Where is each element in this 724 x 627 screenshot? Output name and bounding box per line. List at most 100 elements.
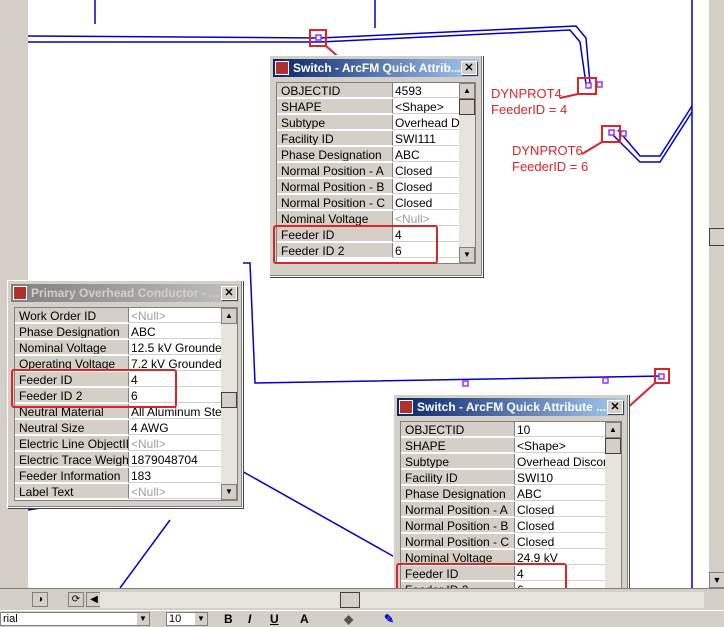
attribute-value[interactable]: All Aluminum Steel (129, 404, 221, 419)
attribute-row[interactable]: Electric Trace Weight 1879048704 (15, 452, 221, 468)
attribute-row[interactable]: Phase Designation ABC (401, 486, 605, 502)
font-color-button[interactable]: A (300, 612, 309, 626)
attribute-grid-scrollbar[interactable]: ▲ ▼ (605, 422, 621, 606)
attribute-row[interactable]: Phase Designation ABC (15, 324, 221, 340)
switch-quick-attribute-window-bottom[interactable]: Switch - ArcFM Quick Attribute ... ✕ OBJ… (393, 394, 629, 608)
attribute-value[interactable]: 1879048704 (129, 452, 221, 467)
scroll-up-arrow[interactable]: ▲ (221, 308, 237, 324)
attribute-value[interactable]: Closed (515, 534, 605, 549)
attribute-value[interactable]: <Null> (129, 436, 221, 451)
switch-symbol[interactable] (315, 34, 322, 41)
attribute-row[interactable]: Feeder ID 4 (15, 372, 221, 388)
attribute-row[interactable]: Normal Position - A Closed (401, 502, 605, 518)
attribute-value[interactable]: <Shape> (515, 438, 605, 453)
attribute-row[interactable]: SubtypeOverhead Disconn (401, 454, 605, 470)
attribute-value[interactable]: <Null> (129, 308, 221, 323)
scroll-thumb[interactable] (605, 438, 621, 454)
attribute-value[interactable]: Closed (393, 163, 459, 178)
attribute-row[interactable]: Feeder Information 183 (15, 468, 221, 484)
attribute-row[interactable]: Feeder ID 4 (277, 227, 459, 243)
attribute-value[interactable]: 6 (393, 243, 459, 258)
attribute-value[interactable]: 6 (129, 388, 221, 403)
attribute-row[interactable]: Feeder ID 26 (15, 388, 221, 404)
attribute-value[interactable]: ABC (515, 486, 605, 501)
chevron-down-icon[interactable]: ▼ (195, 613, 207, 625)
primary-overhead-conductor-window[interactable]: Primary Overhead Conductor - ... ✕ Work … (7, 280, 243, 508)
scroll-down-arrow[interactable]: ▼ (221, 484, 237, 500)
map-horizontal-scroll-thumb[interactable] (340, 592, 360, 608)
switch-quick-attribute-window-top[interactable]: Switch - ArcFM Quick Attrib... ✕ OBJECTI… (269, 55, 483, 277)
zoom-full-icon[interactable]: ◑ (32, 592, 48, 607)
close-button[interactable]: ✕ (607, 400, 623, 414)
switch-symbol[interactable] (462, 380, 469, 387)
attribute-value[interactable]: Overhead Dis (393, 115, 459, 130)
font-size-dropdown[interactable]: 10 ▼ (166, 612, 208, 626)
attribute-row[interactable]: SHAPE <Shape> (277, 99, 459, 115)
attribute-row[interactable]: Nominal Voltage <Null> (277, 211, 459, 227)
attribute-row[interactable]: Normal Position - B Closed (277, 179, 459, 195)
attribute-value[interactable]: 4593 (393, 83, 459, 98)
attribute-row[interactable]: Feeder ID 26 (277, 243, 459, 259)
scroll-down-arrow[interactable]: ▼ (459, 247, 475, 263)
font-name-dropdown[interactable]: rial ▼ (0, 612, 150, 626)
attribute-value[interactable]: <Null> (393, 211, 459, 226)
attribute-value[interactable]: SWI111 (393, 131, 459, 146)
attribute-value[interactable]: Closed (393, 195, 459, 210)
scroll-up-arrow[interactable]: ▲ (459, 83, 475, 99)
attribute-value[interactable]: ABC (129, 324, 221, 339)
attribute-row[interactable]: Normal Position - C Closed (401, 534, 605, 550)
close-button[interactable]: ✕ (461, 61, 477, 75)
switch-symbol[interactable] (602, 377, 609, 384)
attribute-row[interactable]: Phase Designation ABC (277, 147, 459, 163)
attribute-row[interactable]: Nominal Voltage 24.9 kV (401, 550, 605, 566)
switch-symbol[interactable] (658, 373, 665, 380)
map-vertical-scroll-thumb[interactable] (709, 228, 724, 246)
attribute-value[interactable]: ABC (393, 147, 459, 162)
attribute-value[interactable]: 4 (129, 372, 221, 387)
attribute-row[interactable]: Facility ID SWI10 (401, 470, 605, 486)
attribute-row[interactable]: Normal Position - C Closed (277, 195, 459, 211)
fill-color-icon[interactable]: ◆ (344, 612, 353, 626)
attribute-value[interactable]: SWI10 (515, 470, 605, 485)
attribute-value[interactable]: 10 (515, 422, 605, 437)
map-horizontal-scrollbar[interactable] (100, 592, 704, 608)
window-titlebar[interactable]: Switch - ArcFM Quick Attribute ... ✕ (397, 398, 625, 416)
attribute-value[interactable]: <Shape> (393, 99, 459, 114)
attribute-row[interactable]: SubtypeOverhead Dis (277, 115, 459, 131)
attribute-value[interactable]: <Null> (129, 484, 221, 499)
attribute-value[interactable]: Closed (393, 179, 459, 194)
attribute-row[interactable]: Operating Voltage7.2 kV Grounded Y (15, 356, 221, 372)
switch-symbol[interactable] (620, 130, 627, 137)
attribute-value[interactable]: Closed (515, 502, 605, 517)
close-button[interactable]: ✕ (221, 286, 237, 300)
attribute-grid-scrollbar[interactable]: ▲ ▼ (459, 83, 475, 263)
attribute-row[interactable]: OBJECTID 10 (401, 422, 605, 438)
attribute-row[interactable]: Feeder ID 4 (401, 566, 605, 582)
map-vertical-scrollbar[interactable]: ▼ (708, 0, 724, 588)
attribute-row[interactable]: Nominal Voltage 12.5 kV Grounded (15, 340, 221, 356)
chevron-down-icon[interactable]: ▼ (137, 613, 149, 625)
attribute-row[interactable]: OBJECTID 4593 (277, 83, 459, 99)
refresh-icon[interactable]: ⟳ (68, 592, 84, 607)
attribute-value[interactable]: 12.5 kV Grounded (129, 340, 221, 355)
italic-button[interactable]: I (248, 612, 251, 626)
window-titlebar[interactable]: Primary Overhead Conductor - ... ✕ (11, 284, 239, 302)
attribute-value[interactable]: 24.9 kV (515, 550, 605, 565)
attribute-value[interactable]: 4 AWG (129, 420, 221, 435)
scroll-thumb[interactable] (221, 392, 237, 408)
switch-symbol[interactable] (585, 82, 592, 89)
attribute-value[interactable]: 7.2 kV Grounded Y (129, 356, 221, 371)
attribute-row[interactable]: Label Text <Null> (15, 484, 221, 500)
attribute-row[interactable]: SHAPE <Shape> (401, 438, 605, 454)
scroll-up-arrow[interactable]: ▲ (605, 422, 621, 438)
line-color-icon[interactable]: ✎ (384, 612, 394, 626)
underline-button[interactable]: U (270, 612, 279, 626)
attribute-value[interactable]: 183 (129, 468, 221, 483)
attribute-row[interactable]: Facility ID SWI111 (277, 131, 459, 147)
attribute-value[interactable]: Overhead Disconn (515, 454, 605, 469)
switch-symbol[interactable] (596, 81, 603, 88)
switch-symbol[interactable] (608, 129, 615, 136)
attribute-row[interactable]: Normal Position - B Closed (401, 518, 605, 534)
attribute-row[interactable]: Work Order ID <Null> (15, 308, 221, 324)
attribute-value[interactable]: 4 (393, 227, 459, 242)
